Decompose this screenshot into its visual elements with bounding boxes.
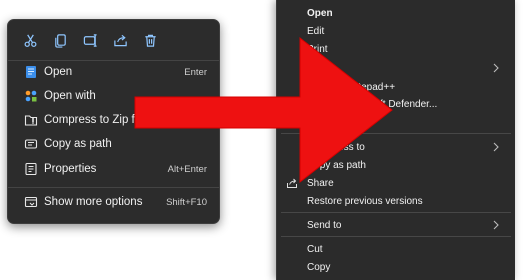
menu-item-label: Compress to Zip file xyxy=(44,114,147,126)
menu-item-label: 7-Zip xyxy=(307,62,330,74)
menu-item-open-with[interactable]: Open with xyxy=(8,84,219,108)
classic-item-copy-as-path[interactable]: Copy as path xyxy=(277,156,515,174)
menu-item-label: Cut xyxy=(307,243,323,255)
open-with-icon xyxy=(24,89,38,103)
share-icon xyxy=(113,34,127,46)
trash-icon xyxy=(144,34,156,47)
properties-icon xyxy=(24,162,38,176)
menu-item-label: Properties xyxy=(44,163,97,175)
classic-item-send-to[interactable]: Send to xyxy=(277,216,515,234)
windows11-context-menu: Open Enter Open with Compress to Zip fil… xyxy=(7,19,220,224)
scissors-icon xyxy=(24,34,36,47)
classic-item-defender[interactable]: Microsoft Defender... xyxy=(277,95,515,113)
chevron-right-icon xyxy=(493,142,499,152)
open-icon xyxy=(24,65,38,79)
menu-item-label: ... xyxy=(345,115,354,127)
menu-item-compress-zip[interactable]: Compress to Zip file xyxy=(8,108,219,132)
menu-item-label: Restore previous versions xyxy=(307,195,423,207)
menu-item-open[interactable]: Open Enter xyxy=(8,60,219,84)
classic-item-7zip[interactable]: 7-Zip xyxy=(277,59,515,77)
shortcut-label: Shift+F10 xyxy=(166,196,207,208)
classic-item-print[interactable]: Print xyxy=(277,40,515,58)
classic-item-give-access[interactable]: ive access to xyxy=(277,138,515,156)
menu-item-label: Send to xyxy=(307,219,342,231)
menu-item-copy-as-path[interactable]: Copy as path xyxy=(8,132,219,156)
menu-item-label: Open with xyxy=(44,90,96,102)
menu-separator xyxy=(281,133,511,134)
menu-item-label: Open xyxy=(44,66,73,78)
menu-separator xyxy=(281,236,511,237)
rename-button[interactable] xyxy=(78,28,102,52)
classic-item-share[interactable]: Share xyxy=(277,174,515,192)
share-icon xyxy=(287,178,297,188)
share-button[interactable] xyxy=(108,28,132,52)
menu-item-properties[interactable]: Properties Alt+Enter xyxy=(8,157,219,181)
classic-item-notepadpp[interactable]: with Notepad++ xyxy=(277,78,515,96)
menu-item-label: Show more options xyxy=(44,196,143,208)
menu-item-label: Share xyxy=(307,177,334,189)
classic-item-copy[interactable]: Copy xyxy=(277,258,515,276)
rename-icon xyxy=(83,33,97,47)
menu-item-label: Copy as path xyxy=(307,159,366,171)
classic-item-hidden[interactable]: ... xyxy=(277,112,515,130)
chevron-right-icon xyxy=(493,63,499,73)
menu-item-label: Print xyxy=(307,43,328,55)
menu-item-label: ive access to xyxy=(307,141,365,153)
copy-path-icon xyxy=(24,137,38,151)
menu-item-label: Copy as path xyxy=(44,138,112,150)
menu-item-label: Microsoft Defender... xyxy=(345,98,438,110)
shortcut-label: Alt+Enter xyxy=(167,163,207,175)
chevron-right-icon xyxy=(493,220,499,230)
classic-item-cut[interactable]: Cut xyxy=(277,240,515,258)
more-options-icon xyxy=(24,195,38,209)
menu-separator xyxy=(8,187,219,188)
copy-icon xyxy=(54,33,66,48)
menu-item-show-more-options[interactable]: Show more options Shift+F10 xyxy=(8,190,219,214)
delete-button[interactable] xyxy=(138,28,162,52)
classic-item-edit[interactable]: Edit xyxy=(277,22,515,40)
shortcut-label: Enter xyxy=(184,66,207,78)
cut-button[interactable] xyxy=(18,28,42,52)
copy-button[interactable] xyxy=(48,28,72,52)
menu-item-label: Edit xyxy=(307,25,325,37)
classic-item-restore-versions[interactable]: Restore previous versions xyxy=(277,192,515,210)
menu-item-label: Open xyxy=(307,7,333,19)
zip-folder-icon xyxy=(24,113,38,127)
classic-context-menu: Open Edit Print 7-Zip with Notepad++ Mic… xyxy=(276,0,515,280)
quick-actions-bar xyxy=(8,28,219,54)
menu-item-label: Copy xyxy=(307,261,331,273)
menu-item-label: with Notepad++ xyxy=(325,81,396,93)
classic-item-open[interactable]: Open xyxy=(277,4,515,22)
menu-separator xyxy=(281,212,511,213)
